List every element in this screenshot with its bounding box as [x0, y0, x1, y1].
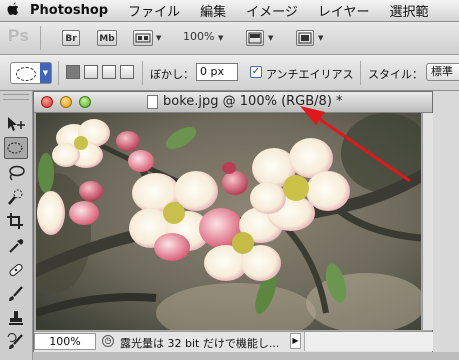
panel-grip[interactable] [3, 94, 29, 100]
history-brush-tool[interactable] [4, 331, 28, 353]
apple-menu-icon[interactable] [0, 2, 26, 20]
crop-icon [7, 213, 23, 229]
new-selection-button[interactable] [66, 65, 80, 79]
workspace-background [33, 352, 459, 360]
status-menu-arrow[interactable]: ▶ [290, 333, 301, 349]
style-label: スタイル： [368, 68, 423, 81]
brush-tool[interactable] [4, 283, 28, 305]
arrange-documents-button[interactable] [246, 30, 264, 46]
eyedropper-icon [9, 239, 24, 253]
zoom-level[interactable]: 100% ▼ [183, 30, 223, 43]
chevron-down-icon[interactable]: ▼ [318, 34, 323, 42]
vertical-scrollbar[interactable] [422, 113, 433, 330]
photoshop-logo: Ps [8, 26, 29, 45]
lasso-tool[interactable] [4, 162, 28, 184]
chevron-down-icon[interactable]: ▼ [268, 34, 273, 42]
antialias-checkbox[interactable]: ✓ [250, 66, 262, 78]
move-tool[interactable] [4, 113, 28, 135]
screen-mode-button[interactable] [296, 30, 314, 46]
brush-icon [9, 286, 23, 301]
film-icon [135, 33, 151, 43]
spot-healing-brush-tool[interactable] [4, 259, 28, 281]
app-menu[interactable]: Photoshop [30, 3, 108, 18]
document-titlebar[interactable]: boke.jpg @ 100% (RGB/8) * [34, 92, 432, 113]
subtract-from-selection-button[interactable] [102, 65, 116, 79]
menu-edit[interactable]: 編集 [200, 1, 226, 20]
eyedropper-tool[interactable] [4, 234, 28, 256]
menu-layer[interactable]: レイヤー [318, 1, 370, 20]
application-bar: Ps Br Mb ▼ 100% ▼ ▼ ▼ [0, 22, 459, 55]
image-canvas[interactable] [36, 113, 421, 330]
horizontal-scrollbar[interactable] [304, 332, 433, 351]
divider [58, 61, 59, 85]
feather-label: ぼかし： [150, 68, 194, 81]
divider [40, 26, 41, 50]
intersect-selection-button[interactable] [120, 65, 134, 79]
extras-button[interactable] [133, 30, 153, 46]
flower-photo [36, 113, 421, 330]
minimize-window-button[interactable] [60, 96, 72, 108]
quick-selection-icon [8, 189, 23, 205]
tool-preset-picker[interactable]: ▼ [10, 62, 52, 84]
zoom-window-button[interactable] [79, 96, 91, 108]
mini-bridge-button[interactable]: Mb [97, 30, 117, 46]
quick-selection-tool[interactable] [4, 186, 28, 208]
lasso-icon [9, 165, 25, 181]
options-bar: ▼ ぼかし： 0 px ✓ アンチエイリアス スタイル： 標準 [0, 55, 459, 91]
divider [360, 61, 361, 85]
healing-brush-icon [9, 263, 23, 277]
clock-icon: ◷ [102, 335, 114, 347]
status-text: 露光量は 32 bit だけで機能し... [120, 337, 280, 350]
style-select[interactable]: 標準 [426, 63, 459, 81]
document-status-bar: 100% ◷ 露光量は 32 bit だけで機能し... ▶ [34, 331, 433, 352]
close-window-button[interactable] [41, 96, 53, 108]
bridge-button[interactable]: Br [62, 30, 80, 46]
elliptical-marquee-icon [7, 142, 23, 154]
stamp-icon [9, 311, 23, 325]
menu-image[interactable]: イメージ [246, 1, 298, 20]
chevron-down-icon: ▼ [40, 63, 51, 83]
history-brush-icon [7, 333, 23, 349]
elliptical-marquee-tool[interactable] [4, 137, 28, 159]
antialias-label: アンチエイリアス [266, 68, 354, 81]
chevron-down-icon[interactable]: ▼ [156, 34, 161, 42]
document-window: boke.jpg @ 100% (RGB/8) * 100% ◷ 露光量は 32… [33, 91, 433, 352]
feather-input[interactable]: 0 px [196, 63, 238, 81]
divider [142, 61, 143, 85]
grid-layout-icon [248, 32, 262, 44]
document-icon [147, 95, 158, 109]
move-icon [8, 117, 25, 131]
tools-panel [0, 91, 33, 360]
document-title: boke.jpg @ 100% (RGB/8) * [163, 94, 343, 109]
crop-tool[interactable] [4, 210, 28, 232]
menu-bar: Photoshop ファイル 編集 イメージ レイヤー 選択範 [0, 0, 459, 22]
screen-mode-icon [298, 32, 312, 44]
zoom-field[interactable]: 100% [34, 333, 96, 350]
clone-stamp-tool[interactable] [4, 307, 28, 329]
menu-select[interactable]: 選択範 [390, 1, 429, 20]
add-to-selection-button[interactable] [84, 65, 98, 79]
elliptical-marquee-icon [16, 67, 36, 81]
menu-file[interactable]: ファイル [128, 1, 180, 20]
